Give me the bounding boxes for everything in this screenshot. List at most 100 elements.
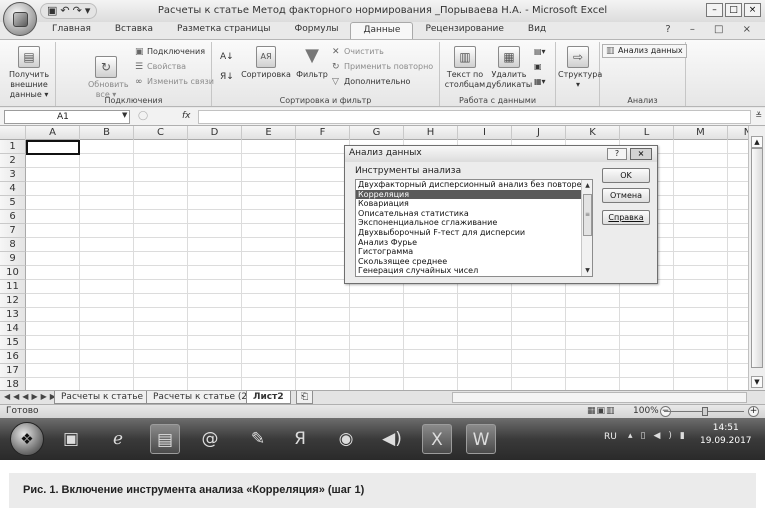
outline-button[interactable]: ⇨ Структура ▾ xyxy=(558,46,602,90)
tab-6[interactable]: Вид xyxy=(516,22,558,39)
list-scrollbar[interactable]: ▲ ≡ ▼ xyxy=(581,180,592,276)
column-header[interactable]: J xyxy=(512,126,566,140)
redo-icon[interactable]: ↷ xyxy=(73,4,82,18)
row-header[interactable]: 10 xyxy=(0,266,26,280)
customize-qat-icon[interactable]: ▾ xyxy=(85,4,91,18)
save-icon[interactable]: ▣ xyxy=(47,4,57,18)
minimize-button[interactable]: – xyxy=(706,3,723,17)
analysis-tool-item[interactable]: Генерация случайных чисел xyxy=(356,266,592,276)
column-header[interactable]: I xyxy=(458,126,512,140)
name-box[interactable]: A1 xyxy=(4,110,130,124)
properties-button[interactable]: ☰ Свойства xyxy=(135,61,186,73)
clear-filter-button[interactable]: ✕ Очистить xyxy=(332,46,384,58)
row-header[interactable]: 2 xyxy=(0,154,26,168)
list-scroll-thumb[interactable]: ≡ xyxy=(583,194,592,236)
tray-icons[interactable]: ▴▯◀)▮ xyxy=(628,431,693,441)
row-header[interactable]: 9 xyxy=(0,252,26,266)
tray-arrow-icon[interactable]: ▴ xyxy=(628,431,641,441)
opera-icon[interactable]: ◉ xyxy=(331,424,361,454)
dialog-help-icon[interactable]: ? xyxy=(607,148,627,160)
formula-input[interactable] xyxy=(198,110,751,124)
office-button[interactable] xyxy=(3,2,37,36)
analysis-tool-item[interactable]: Корреляция xyxy=(356,189,592,200)
list-scroll-down-icon[interactable]: ▼ xyxy=(583,266,592,275)
tab-3[interactable]: Формулы xyxy=(283,22,351,39)
row-header[interactable]: 13 xyxy=(0,308,26,322)
tray-network-icon[interactable]: ▮ xyxy=(680,431,693,441)
row-header[interactable]: 17 xyxy=(0,364,26,378)
what-if-icon[interactable]: ▦▾ xyxy=(534,76,546,87)
column-header[interactable]: H xyxy=(404,126,458,140)
column-header[interactable]: M xyxy=(674,126,728,140)
language-indicator[interactable]: RU xyxy=(604,432,617,442)
zoom-in-icon[interactable]: + xyxy=(748,406,759,417)
column-header[interactable]: D xyxy=(188,126,242,140)
remove-duplicates-button[interactable]: ▦ Удалить дубликаты xyxy=(486,46,532,90)
row-header[interactable]: 14 xyxy=(0,322,26,336)
column-header[interactable]: A xyxy=(26,126,80,140)
tab-2[interactable]: Разметка страницы xyxy=(165,22,283,39)
scroll-down-icon[interactable]: ▼ xyxy=(751,376,763,388)
help-button[interactable]: Справка xyxy=(602,210,650,225)
sheet-tab-0[interactable]: Расчеты к статье xyxy=(54,391,151,404)
scroll-up-icon[interactable]: ▲ xyxy=(751,136,763,148)
sort-za-icon[interactable]: Я↓ xyxy=(220,72,234,83)
data-analysis-button[interactable]: ▥ Анализ данных xyxy=(602,44,687,58)
sort-button[interactable]: АЯ Сортировка xyxy=(240,46,292,80)
edit-links-button[interactable]: ∞ Изменить связи xyxy=(135,76,214,88)
row-header[interactable]: 5 xyxy=(0,196,26,210)
zoom-slider-thumb[interactable] xyxy=(702,407,708,416)
row-header[interactable]: 6 xyxy=(0,210,26,224)
column-header[interactable]: E xyxy=(242,126,296,140)
tab-0[interactable]: Главная xyxy=(40,22,103,39)
get-external-data-button[interactable]: ▤ Получить внешние данные ▾ xyxy=(4,46,54,100)
filter-button[interactable]: ▼ Фильтр xyxy=(294,46,330,80)
close-button[interactable]: × xyxy=(744,3,761,17)
column-header[interactable]: N xyxy=(728,126,748,140)
vertical-scroll-thumb[interactable] xyxy=(751,148,763,368)
tray-volume-icon[interactable]: ◀) xyxy=(653,431,679,441)
excel-icon[interactable]: X xyxy=(422,424,452,454)
row-header[interactable]: 18 xyxy=(0,378,26,390)
analysis-tool-item[interactable]: Двухвыборочный F-тест для дисперсии xyxy=(356,228,592,238)
clock[interactable]: 14:51 19.09.2017 xyxy=(700,422,752,448)
analysis-tool-item[interactable]: Анализ Фурье xyxy=(356,238,592,248)
analysis-tools-list[interactable]: Двухфакторный дисперсионный анализ без п… xyxy=(355,179,593,277)
row-header[interactable]: 16 xyxy=(0,350,26,364)
column-header[interactable]: L xyxy=(620,126,674,140)
tab-5[interactable]: Рецензирование xyxy=(413,22,515,39)
media-icon[interactable]: ▣ xyxy=(56,424,86,454)
row-header[interactable]: 8 xyxy=(0,238,26,252)
analysis-tool-item[interactable]: Скользящее среднее xyxy=(356,257,592,267)
row-header[interactable]: 4 xyxy=(0,182,26,196)
view-buttons-icon[interactable]: ▦▣▥ xyxy=(587,406,616,416)
yandex-icon[interactable]: Я xyxy=(285,424,315,454)
row-header[interactable]: 11 xyxy=(0,280,26,294)
at-icon[interactable]: @ xyxy=(195,424,225,454)
column-header[interactable]: F xyxy=(296,126,350,140)
reapply-button[interactable]: ↻ Применить повторно xyxy=(332,61,433,73)
tab-4[interactable]: Данные xyxy=(350,22,414,39)
restore-button[interactable]: □ xyxy=(725,3,742,17)
row-header[interactable]: 12 xyxy=(0,294,26,308)
expand-formula-bar-icon[interactable]: ≚ xyxy=(755,111,762,120)
data-validation-icon[interactable]: ▤▾ xyxy=(534,46,546,57)
analysis-tool-item[interactable]: Ковариация xyxy=(356,199,592,209)
connections-button[interactable]: ▣ Подключения xyxy=(135,46,205,58)
column-header[interactable]: C xyxy=(134,126,188,140)
column-header[interactable]: B xyxy=(80,126,134,140)
active-cell[interactable] xyxy=(26,140,80,155)
insert-function-icon[interactable]: fx xyxy=(182,111,191,121)
tray-device-icon[interactable]: ▯ xyxy=(641,431,654,441)
analysis-tool-item[interactable]: Описательная статистика xyxy=(356,209,592,219)
text-to-columns-button[interactable]: ▥ Текст по столбцам xyxy=(443,46,487,90)
row-header[interactable]: 7 xyxy=(0,224,26,238)
list-scroll-up-icon[interactable]: ▲ xyxy=(583,181,592,190)
row-header[interactable]: 1 xyxy=(0,140,26,154)
column-header[interactable]: G xyxy=(350,126,404,140)
zoom-level[interactable]: 100% xyxy=(633,406,659,416)
sheet-tab-1[interactable]: Расчеты к статье (2) xyxy=(146,391,258,404)
vertical-scrollbar[interactable]: ▲ ▼ xyxy=(748,126,765,390)
word-icon[interactable]: W xyxy=(466,424,496,454)
column-header[interactable]: K xyxy=(566,126,620,140)
